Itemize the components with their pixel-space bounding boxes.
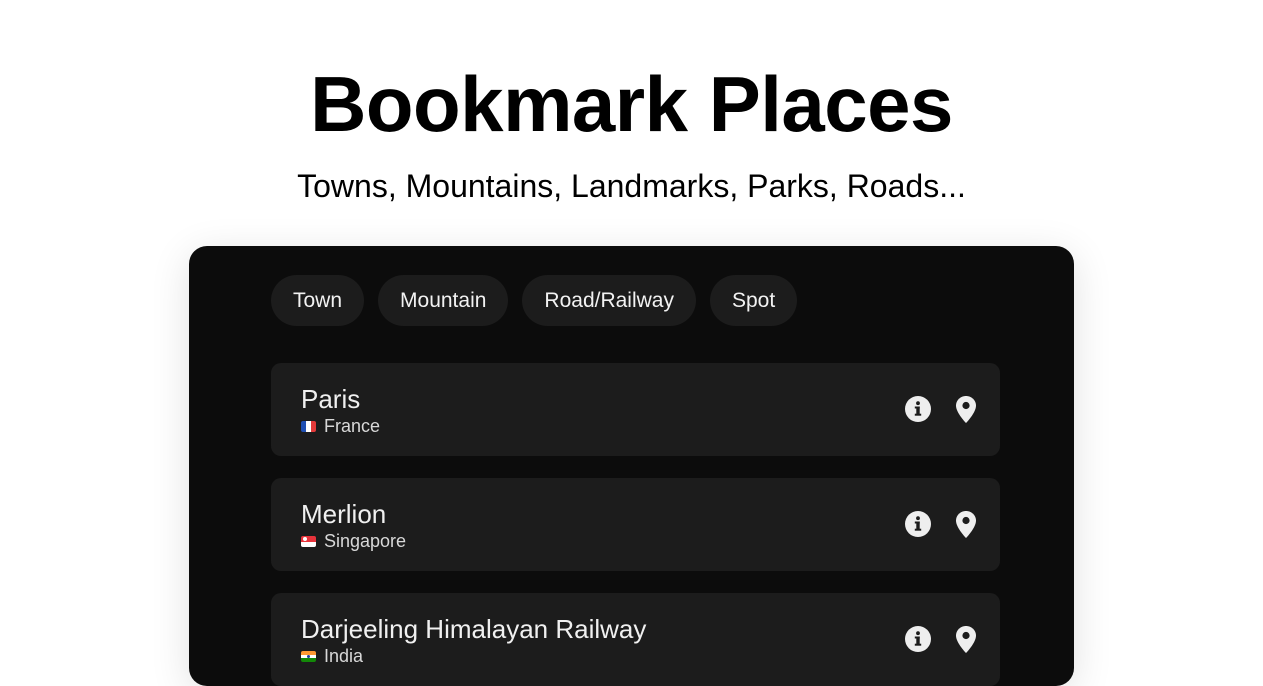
place-country: France <box>301 415 380 437</box>
page-subtitle: Towns, Mountains, Landmarks, Parks, Road… <box>297 168 966 204</box>
place-actions <box>904 509 980 539</box>
filter-chip-town[interactable]: Town <box>271 275 365 326</box>
place-card[interactable]: Darjeeling Himalayan Railway India <box>271 593 1000 686</box>
france-flag-icon <box>301 420 316 432</box>
map-pin-icon[interactable] <box>952 394 980 424</box>
place-country-label: Singapore <box>324 531 407 551</box>
info-icon[interactable] <box>904 509 932 539</box>
filter-chip-mountain[interactable]: Mountain <box>378 275 509 326</box>
india-flag-icon <box>301 650 316 662</box>
bookmarks-panel: Town Mountain Road/Railway Spot Paris Fr… <box>189 246 1074 686</box>
place-actions <box>904 624 980 654</box>
place-card[interactable]: Paris France <box>271 363 1000 456</box>
info-icon[interactable] <box>904 394 932 424</box>
map-pin-icon[interactable] <box>952 509 980 539</box>
place-name: Darjeeling Himalayan Railway <box>301 614 647 644</box>
map-pin-icon[interactable] <box>952 624 980 654</box>
filter-chip-road-railway[interactable]: Road/Railway <box>522 275 696 326</box>
place-card[interactable]: Merlion Singapore <box>271 478 1000 571</box>
filter-chip-spot[interactable]: Spot <box>709 275 798 326</box>
place-name: Merlion <box>301 499 387 529</box>
place-country: Singapore <box>301 530 406 552</box>
singapore-flag-icon <box>301 535 316 547</box>
place-country-label: France <box>324 416 381 436</box>
place-country-label: India <box>324 646 364 666</box>
info-icon[interactable] <box>904 624 932 654</box>
filter-chips: Town Mountain Road/Railway Spot <box>271 275 798 326</box>
place-name: Paris <box>301 384 361 414</box>
page-title: Bookmark Places <box>310 60 953 148</box>
place-country: India <box>301 645 363 667</box>
place-actions <box>904 394 980 424</box>
